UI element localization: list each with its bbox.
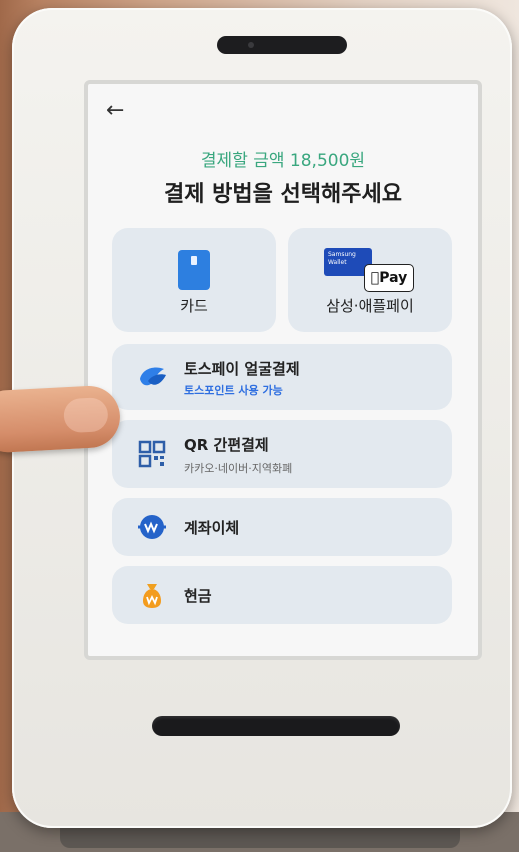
card-label: 카드 bbox=[180, 297, 208, 315]
arrow-left-icon[interactable]: ← bbox=[106, 100, 124, 122]
card-reader-slot bbox=[152, 716, 400, 736]
credit-card-icon bbox=[178, 250, 210, 290]
toss-icon bbox=[140, 367, 166, 386]
apple-pay-icon: Pay bbox=[364, 264, 414, 292]
card-payment-button[interactable]: 카드 bbox=[112, 228, 276, 332]
fingernail bbox=[62, 396, 109, 434]
account-transfer-button[interactable]: 계좌이체 bbox=[112, 498, 452, 556]
toss-subtitle: 토스포인트 사용 가능 bbox=[184, 384, 283, 397]
account-transfer-title: 계좌이체 bbox=[184, 519, 240, 537]
page-title: 결제 방법을 선택해주세요 bbox=[164, 182, 402, 207]
camera-sensor bbox=[248, 42, 254, 48]
payment-screen: ← 결제할 금액 18,500원 결제 방법을 선택해주세요 카드 Samsun… bbox=[84, 80, 482, 660]
money-bag-icon bbox=[143, 584, 161, 608]
samsung-apple-pay-button[interactable]: Samsung Wallet Pay 삼성·애플페이 bbox=[288, 228, 452, 332]
cash-button[interactable]: 현금 bbox=[112, 566, 452, 624]
finger-pointer bbox=[0, 384, 122, 454]
payment-amount: 결제할 금액 18,500원 bbox=[200, 151, 366, 171]
top-speaker bbox=[217, 36, 347, 54]
qr-code-icon bbox=[138, 440, 166, 468]
qr-payment-button[interactable]: QR 간편결제 카카오·네이버·지역화폐 bbox=[112, 420, 452, 488]
toss-face-pay-button[interactable]: 토스페이 얼굴결제 토스포인트 사용 가능 bbox=[112, 344, 452, 410]
qr-subtitle: 카카오·네이버·지역화폐 bbox=[184, 462, 293, 475]
toss-title: 토스페이 얼굴결제 bbox=[184, 360, 300, 378]
cash-title: 현금 bbox=[184, 587, 212, 605]
qr-title: QR 간편결제 bbox=[184, 436, 269, 454]
won-transfer-icon bbox=[138, 515, 166, 539]
samsung-apple-pay-label: 삼성·애플페이 bbox=[326, 297, 414, 315]
